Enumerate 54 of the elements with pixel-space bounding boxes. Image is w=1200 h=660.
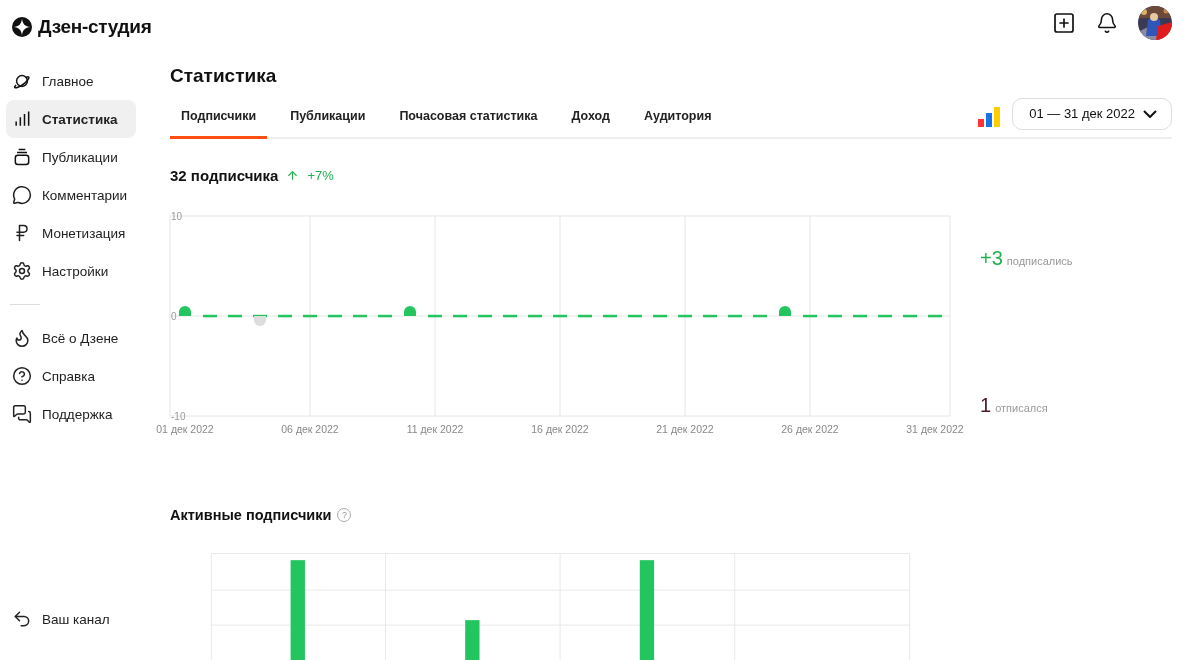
sidebar-item[interactable]: Ваш канал bbox=[6, 600, 136, 638]
axis-label: 06 дек 2022 bbox=[281, 422, 339, 435]
axis-label: -10 bbox=[171, 410, 186, 422]
axis-label: 11 дек 2022 bbox=[406, 422, 464, 435]
page-title: Статистика bbox=[170, 64, 278, 87]
sidebar-item[interactable]: Главное bbox=[6, 62, 136, 100]
logo-text: Дзен-студия bbox=[38, 16, 152, 38]
flame-icon bbox=[12, 328, 32, 348]
sidebar-item[interactable]: Поддержка bbox=[6, 395, 136, 433]
tab[interactable]: Доход bbox=[560, 96, 621, 139]
chart-bar bbox=[404, 305, 416, 316]
tab[interactable]: Почасовая статистика bbox=[388, 96, 549, 139]
notifications-button[interactable] bbox=[1096, 12, 1118, 35]
avatar[interactable] bbox=[1138, 6, 1172, 41]
sidebar-item[interactable]: Настройки bbox=[6, 252, 136, 290]
unsubscribed-label: отписался bbox=[995, 401, 1048, 414]
sidebar-item[interactable]: Публикации bbox=[6, 138, 136, 176]
chart-bar bbox=[779, 305, 791, 316]
section-title: Активные подписчики bbox=[170, 506, 332, 523]
axis-label: 21 дек 2022 bbox=[656, 422, 714, 435]
sidebar-item[interactable]: Комментарии bbox=[6, 176, 136, 214]
bar-chart-icon bbox=[12, 109, 32, 129]
stack-icon bbox=[12, 147, 32, 167]
help-icon bbox=[12, 366, 32, 386]
axis-label: 16 дек 2022 bbox=[531, 422, 589, 435]
axis-label: 31 дек 2022 bbox=[906, 422, 964, 435]
add-button[interactable] bbox=[1052, 11, 1076, 36]
subscriber-count: 32 подписчика bbox=[170, 166, 279, 184]
arrow-up-icon bbox=[286, 168, 300, 182]
chart-bar bbox=[179, 305, 191, 316]
axis-label: 26 дек 2022 bbox=[781, 422, 839, 435]
subscribed-label: подписались bbox=[1006, 254, 1073, 267]
chevron-down-icon bbox=[1143, 109, 1157, 118]
sidebar-item[interactable]: Всё о Дзене bbox=[6, 319, 136, 357]
settings-icon bbox=[12, 261, 32, 281]
chart-bar bbox=[465, 619, 480, 660]
logo-icon bbox=[12, 17, 32, 37]
axis-label: 0 bbox=[171, 310, 177, 322]
sidebar-item[interactable]: Статистика bbox=[6, 100, 136, 138]
back-arrow-icon bbox=[12, 609, 32, 629]
tab[interactable]: Публикации bbox=[279, 96, 377, 139]
colored-bars-icon bbox=[978, 105, 1001, 128]
chat-icon bbox=[12, 404, 32, 424]
tab[interactable]: Подписчики bbox=[170, 96, 268, 139]
unsubscribed-count: 1 bbox=[980, 393, 992, 417]
date-range-picker[interactable]: 01 — 31 дек 2022 bbox=[1012, 97, 1172, 130]
growth-percent: +7% bbox=[307, 167, 334, 183]
sidebar-item[interactable]: Справка bbox=[6, 357, 136, 395]
comment-icon bbox=[12, 185, 32, 205]
tab[interactable]: Аудитория bbox=[632, 96, 723, 139]
axis-label: 10 bbox=[171, 210, 183, 222]
sidebar-item[interactable]: Монетизация bbox=[6, 214, 136, 252]
subscribed-count: +3 bbox=[980, 246, 1003, 270]
axis-label: 01 дек 2022 bbox=[156, 422, 214, 435]
